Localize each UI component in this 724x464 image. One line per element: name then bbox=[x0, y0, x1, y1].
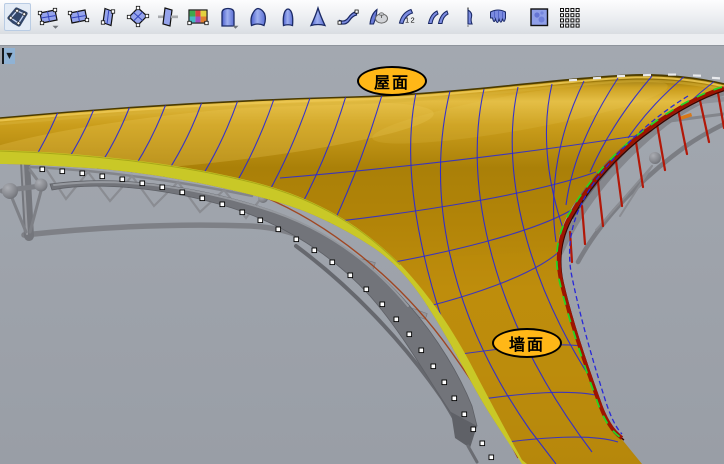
svg-text:1: 1 bbox=[405, 16, 409, 25]
scene-3d bbox=[0, 46, 724, 464]
toolbar-button-revolve[interactable] bbox=[454, 3, 481, 31]
viewport-menu-button[interactable]: ▼ bbox=[2, 48, 15, 64]
toolbar-button-extrude-to-point[interactable] bbox=[304, 3, 331, 31]
plane-through-points-icon bbox=[126, 5, 150, 29]
surface-toolbar: 12 bbox=[0, 0, 724, 34]
toolbar-button-sweep-1-rail[interactable] bbox=[334, 3, 361, 31]
viewport-3d[interactable] bbox=[0, 46, 724, 464]
toolbar-button-plane-through-points[interactable] bbox=[124, 3, 151, 31]
svg-text:2: 2 bbox=[410, 16, 414, 25]
toolbar-button-cutting-plane[interactable] bbox=[154, 3, 181, 31]
sweep-2-rails-icon: 12 bbox=[396, 5, 420, 29]
surface-plane-3pt-icon bbox=[36, 5, 60, 29]
chevron-down-icon: ▼ bbox=[6, 52, 12, 60]
blend-arcs-icon bbox=[426, 5, 450, 29]
toolbar-button-sweep-2-rails[interactable]: 12 bbox=[394, 3, 421, 31]
wall-label-text: 墙面 bbox=[509, 331, 545, 355]
toolbar-button-surface-plane-3pt[interactable] bbox=[34, 3, 61, 31]
toolbar-button-surface-from-corner-points[interactable] bbox=[4, 3, 31, 31]
toolbar-button-extrude-tapered[interactable] bbox=[274, 3, 301, 31]
extrude-curved-icon bbox=[246, 5, 270, 29]
vertical-plane-icon bbox=[96, 5, 120, 29]
wall-label[interactable]: 墙面 bbox=[492, 328, 562, 358]
toolbar-button-blend-arcs[interactable] bbox=[424, 3, 451, 31]
toolbar-button-rail-revolve[interactable] bbox=[484, 3, 511, 31]
toolbar-button-heightfield[interactable] bbox=[525, 3, 552, 31]
toolbar-button-extrude-surface[interactable] bbox=[214, 3, 241, 31]
picture-frame-icon bbox=[186, 5, 210, 29]
toolbar-button-surface-point-grid[interactable] bbox=[555, 3, 582, 31]
cad-application-window: 12 bbox=[0, 0, 724, 464]
toolbar-button-picture-frame[interactable] bbox=[184, 3, 211, 31]
surface-plane-corners-icon bbox=[66, 5, 90, 29]
toolbar-button-drag-surface[interactable] bbox=[364, 3, 391, 31]
toolbar-lower-strip bbox=[0, 34, 724, 46]
heightfield-icon bbox=[527, 5, 551, 29]
extrude-to-point-icon bbox=[306, 5, 330, 29]
revolve-icon bbox=[456, 5, 480, 29]
drag-surface-icon bbox=[366, 5, 390, 29]
toolbar-button-extrude-curved[interactable] bbox=[244, 3, 271, 31]
surface-from-corner-points-icon bbox=[6, 5, 29, 29]
sweep-1-rail-icon bbox=[336, 5, 360, 29]
roof-label[interactable]: 屋面 bbox=[357, 66, 427, 96]
surface-point-grid-icon bbox=[557, 5, 581, 29]
rail-revolve-icon bbox=[486, 5, 510, 29]
toolbar-button-vertical-plane[interactable] bbox=[94, 3, 121, 31]
toolbar-button-surface-plane-corners[interactable] bbox=[64, 3, 91, 31]
cutting-plane-icon bbox=[156, 5, 180, 29]
extrude-tapered-icon bbox=[276, 5, 300, 29]
extrude-surface-icon bbox=[216, 5, 240, 29]
roof-label-text: 屋面 bbox=[374, 69, 410, 93]
